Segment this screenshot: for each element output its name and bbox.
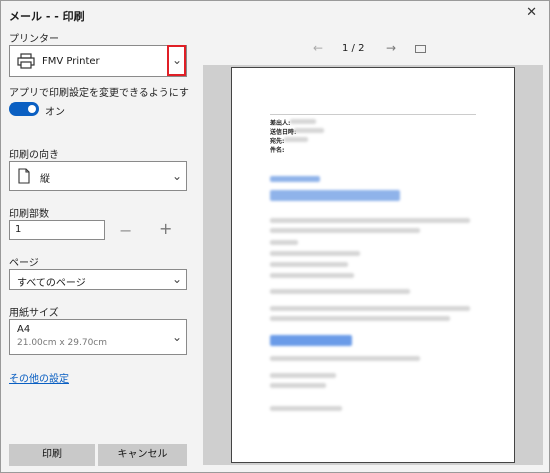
blurred-text xyxy=(294,128,324,133)
copies-value: 1 xyxy=(15,224,22,235)
blurred-text xyxy=(284,137,308,142)
blurred-text xyxy=(270,289,410,294)
orientation-select[interactable]: 縦 ⌄ xyxy=(9,161,187,191)
printer-dropdown-button[interactable]: ⌄ xyxy=(167,45,186,76)
blurred-text xyxy=(270,356,420,361)
page-indicator: 1 / 2 xyxy=(342,43,365,54)
paper-size-dimensions: 21.00cm x 29.70cm xyxy=(17,338,108,348)
close-icon[interactable]: ✕ xyxy=(526,5,537,20)
document-portrait-icon xyxy=(18,168,30,184)
blurred-text xyxy=(270,262,348,267)
preview-area: 差出人: 送信日時: 宛先: 件名: xyxy=(203,65,543,465)
chevron-down-icon: ⌄ xyxy=(172,53,183,67)
print-button[interactable]: 印刷 xyxy=(9,444,95,466)
pages-value: すべてのページ xyxy=(17,278,86,289)
preview-panel: ← 1 / 2 → 差出人: 送信日時: 宛先: 件名: xyxy=(197,29,549,472)
settings-panel: プリンター FMV Printer ⌄ アプリで印刷設定を変更できるようにする … xyxy=(1,29,197,472)
blurred-heading xyxy=(270,190,400,201)
blurred-text xyxy=(270,240,298,245)
copies-input[interactable]: 1 xyxy=(9,220,105,240)
blurred-text xyxy=(290,119,316,124)
cancel-button[interactable]: キャンセル xyxy=(98,444,187,466)
print-dialog: メール - - 印刷 ✕ プリンター FMV Printer ⌄ アプリで印刷設… xyxy=(0,0,550,473)
app-settings-toggle[interactable] xyxy=(9,102,39,116)
blurred-text xyxy=(270,316,450,321)
copies-label: 印刷部数 xyxy=(9,209,49,220)
fit-page-icon[interactable] xyxy=(415,45,426,53)
blurred-text xyxy=(270,373,336,378)
header-label-to: 宛先: xyxy=(270,138,285,145)
paper-size-name: A4 xyxy=(17,324,31,335)
blurred-text xyxy=(270,273,354,278)
header-label-subject: 件名: xyxy=(270,147,285,154)
dialog-title: メール - - 印刷 xyxy=(9,10,85,23)
header-label-from: 差出人: xyxy=(270,120,291,127)
paper-size-select[interactable]: A4 21.00cm x 29.70cm ⌄ xyxy=(9,319,187,355)
blurred-text xyxy=(270,176,320,182)
printer-label: プリンター xyxy=(9,34,59,45)
printer-name: FMV Printer xyxy=(42,56,100,67)
toggle-state-label: オン xyxy=(45,107,65,118)
decrement-button[interactable]: − xyxy=(119,223,132,239)
blurred-text xyxy=(270,251,360,256)
orientation-value: 縦 xyxy=(40,174,50,185)
blurred-text xyxy=(270,406,342,411)
printer-select[interactable]: FMV Printer ⌄ xyxy=(9,45,187,77)
increment-button[interactable]: + xyxy=(159,221,172,237)
pages-select[interactable]: すべてのページ ⌄ xyxy=(9,269,187,290)
header-label-date: 送信日時: xyxy=(270,129,297,136)
arrow-right-icon[interactable]: → xyxy=(386,41,396,55)
chevron-down-icon: ⌄ xyxy=(172,169,183,183)
pages-label: ページ xyxy=(9,258,39,269)
preview-page: 差出人: 送信日時: 宛先: 件名: xyxy=(231,67,515,463)
printer-icon xyxy=(17,53,35,69)
chevron-down-icon: ⌄ xyxy=(172,272,183,286)
header-divider xyxy=(270,114,476,115)
more-settings-link[interactable]: その他の設定 xyxy=(9,370,69,385)
blurred-text xyxy=(270,383,326,388)
blurred-text xyxy=(270,306,470,311)
title-bar: メール - - 印刷 ✕ xyxy=(1,1,549,29)
chevron-down-icon: ⌄ xyxy=(172,330,183,344)
blurred-text xyxy=(270,228,420,233)
blurred-text xyxy=(270,218,470,223)
arrow-left-icon[interactable]: ← xyxy=(313,41,323,55)
blurred-button xyxy=(270,335,352,346)
paper-size-label: 用紙サイズ xyxy=(9,308,59,319)
orientation-label: 印刷の向き xyxy=(9,150,59,161)
